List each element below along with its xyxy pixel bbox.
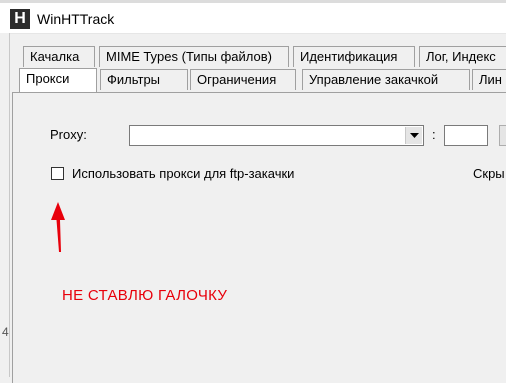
tab-label: Фильтры — [107, 72, 161, 87]
tab-kachalka[interactable]: Качалка — [23, 46, 95, 67]
proxy-port-field[interactable] — [444, 125, 488, 146]
tab-label: Ограничения — [197, 72, 277, 87]
proxy-settings-button[interactable] — [499, 125, 506, 146]
left-window-edge: 4 — [0, 33, 10, 377]
edge-glyph: 4 — [2, 325, 9, 339]
ftp-proxy-label: Использовать прокси для ftp-закачки — [72, 166, 295, 181]
tab-label: Качалка — [30, 49, 80, 64]
title-bar: H WinHTTrack — [0, 3, 506, 34]
hide-label: Скры — [473, 166, 505, 181]
tab-identification[interactable]: Идентификация — [293, 46, 415, 67]
tab-label: Управление закачкой — [309, 72, 439, 87]
chevron-down-icon — [410, 133, 419, 138]
app-icon: H — [10, 9, 30, 29]
tab-label: Идентификация — [300, 49, 398, 64]
tab-limits[interactable]: Ограничения — [190, 69, 296, 90]
annotation-text: НЕ СТАВЛЮ ГАЛОЧКУ — [62, 287, 228, 304]
proxy-label: Proxy: — [50, 127, 87, 142]
window-title: WinHTTrack — [37, 11, 115, 27]
tab-filters[interactable]: Фильтры — [100, 69, 188, 90]
port-separator: : — [432, 127, 436, 142]
proxy-combobox[interactable] — [129, 125, 424, 146]
ftp-proxy-checkbox[interactable] — [51, 167, 64, 180]
tab-proxy[interactable]: Прокси — [19, 68, 97, 92]
tab-mime-types[interactable]: MIME Types (Типы файлов) — [99, 46, 289, 67]
tab-label: MIME Types (Типы файлов) — [106, 49, 272, 64]
tab-label: Лог, Индекс — [426, 49, 496, 64]
tab-links[interactable]: Лин — [472, 69, 506, 90]
tab-download-control[interactable]: Управление закачкой — [302, 69, 470, 90]
tab-label: Прокси — [26, 71, 70, 86]
red-arrow-icon — [51, 202, 65, 252]
tab-label: Лин — [479, 72, 502, 87]
tab-log-index[interactable]: Лог, Индекс — [419, 46, 506, 67]
combo-dropdown-button[interactable] — [405, 127, 422, 144]
